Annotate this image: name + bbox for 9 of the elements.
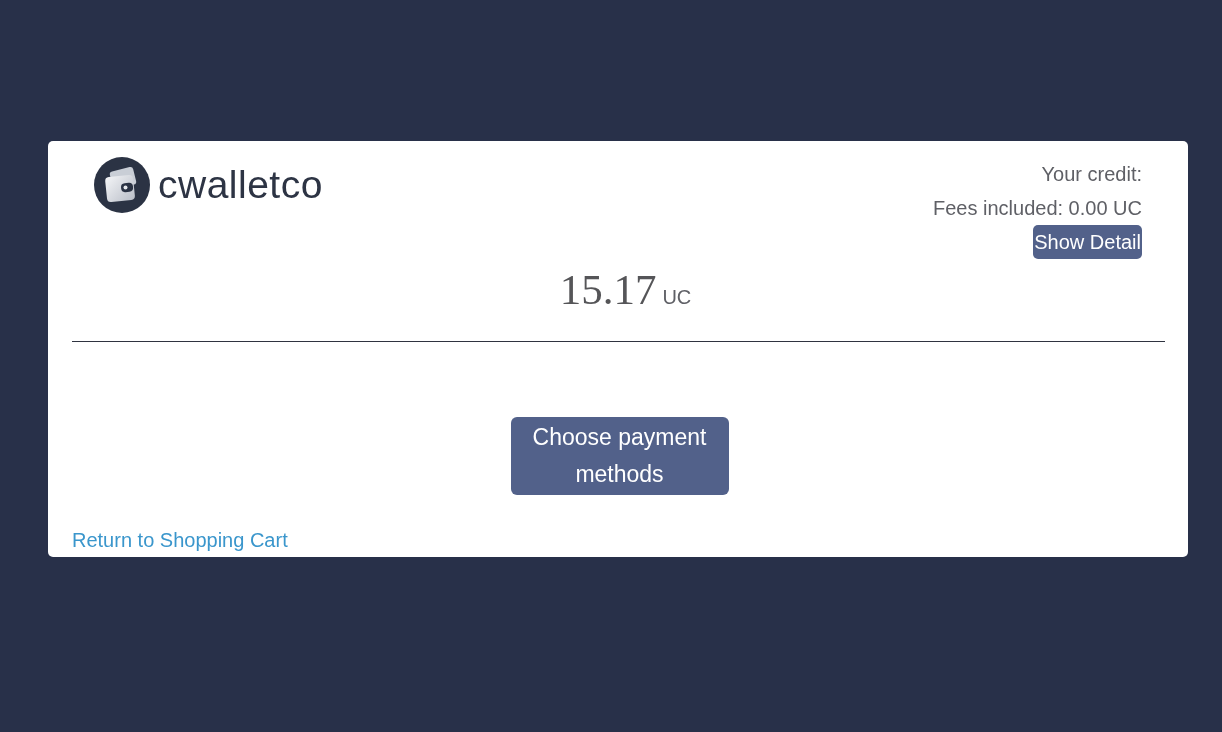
choose-payment-button[interactable]: Choose payment methods [510,417,729,495]
brand-name: cwalletco [158,162,323,208]
return-to-cart-link[interactable]: Return to Shopping Cart [72,529,288,551]
fees-text: Fees included: 0.00 UC [933,196,1142,221]
currency-unit: UC [662,286,692,309]
credit-label: Your credit: [1041,162,1142,187]
show-detail-button[interactable]: Show Detail [1033,225,1142,259]
wallet-logo-icon [94,157,150,213]
credit-amount: 15.17 [559,265,657,315]
